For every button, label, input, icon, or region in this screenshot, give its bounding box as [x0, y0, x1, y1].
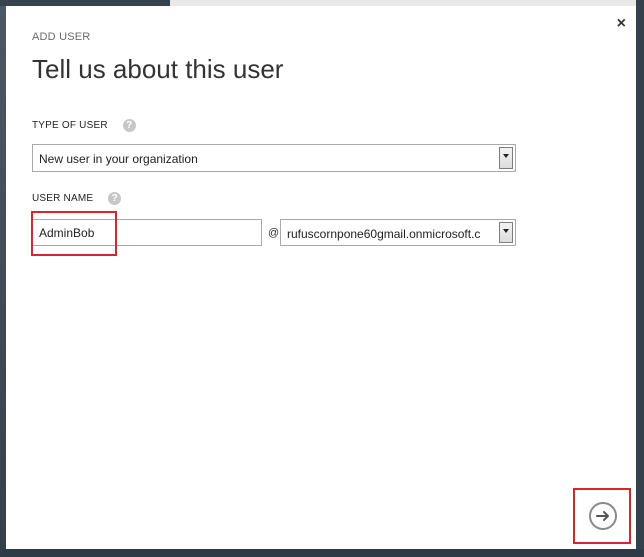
domain-select[interactable]: rufuscornpone60gmail.onmicrosoft.c	[280, 219, 516, 246]
next-button[interactable]	[589, 502, 617, 530]
close-icon[interactable]: ×	[617, 16, 626, 32]
help-icon[interactable]: ?	[108, 192, 122, 205]
chevron-down-icon[interactable]	[499, 222, 513, 243]
domain-value: rufuscornpone60gmail.onmicrosoft.c	[287, 227, 481, 241]
backdrop-bottom	[0, 549, 644, 557]
page-title: Tell us about this user	[32, 54, 284, 84]
chevron-down-icon[interactable]	[499, 147, 513, 169]
highlight-user-name	[31, 211, 117, 256]
type-of-user-value: New user in your organization	[39, 152, 198, 166]
at-sign: @	[268, 227, 280, 239]
type-of-user-label: TYPE OF USER	[32, 120, 108, 132]
backdrop-right	[636, 0, 644, 557]
type-of-user-select[interactable]: New user in your organization	[32, 144, 516, 172]
dialog-kicker: ADD USER	[32, 31, 91, 43]
user-name-label: USER NAME	[32, 193, 94, 205]
add-user-dialog: × ADD USER Tell us about this user TYPE …	[6, 6, 636, 549]
help-icon[interactable]: ?	[122, 119, 136, 132]
arrow-right-icon	[596, 511, 609, 521]
type-of-user-label-row: TYPE OF USER ?	[32, 119, 136, 132]
user-name-label-row: USER NAME ?	[32, 192, 122, 205]
